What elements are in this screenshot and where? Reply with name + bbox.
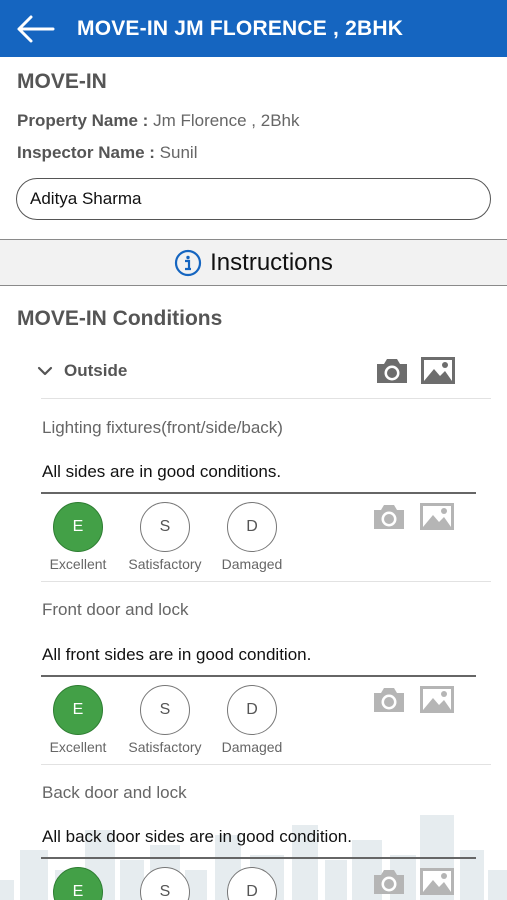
rating-damaged[interactable]: D Damaged: [212, 685, 292, 755]
rating-label: Satisfactory: [128, 556, 202, 572]
info-icon: [175, 249, 202, 276]
rating-label: Damaged: [221, 739, 283, 755]
back-button[interactable]: [14, 12, 56, 46]
rating-satisfactory[interactable]: S Satisfactory: [125, 502, 205, 572]
instructions-label: Instructions: [210, 248, 333, 276]
item-remark: All back door sides are in good conditio…: [42, 827, 352, 846]
rating-satisfactory[interactable]: S: [125, 867, 205, 900]
back-arrow-icon: [17, 15, 55, 43]
item-remark: All front sides are in good condition.: [42, 645, 312, 664]
rating-circle: E: [53, 502, 103, 552]
rating-circle: D: [227, 867, 277, 900]
tenant-name-input[interactable]: [16, 178, 491, 220]
camera-icon[interactable]: [371, 502, 407, 532]
inspector-name-row: Inspector Name : Sunil: [17, 143, 197, 163]
item-remark: All sides are in good conditions.: [42, 462, 282, 481]
rating-circle: S: [140, 502, 190, 552]
divider: [41, 398, 491, 399]
camera-icon[interactable]: [374, 356, 410, 386]
chevron-down-icon: [37, 366, 53, 376]
camera-icon[interactable]: [371, 867, 407, 897]
rating-circle: S: [140, 867, 190, 900]
rating-circle: S: [140, 685, 190, 735]
conditions-title: MOVE-IN Conditions: [17, 307, 223, 330]
divider: [41, 581, 491, 582]
rating-label: Satisfactory: [128, 739, 202, 755]
gallery-icon[interactable]: [419, 502, 455, 532]
page-title: MOVE-IN JM FLORENCE , 2BHK: [77, 17, 404, 40]
section-title: MOVE-IN: [17, 70, 107, 93]
group-name: Outside: [64, 361, 128, 380]
remark-underline: [41, 675, 476, 677]
item-label: Front door and lock: [42, 600, 189, 619]
rating-circle: D: [227, 502, 277, 552]
rating-circle: E: [53, 685, 103, 735]
remark-underline: [41, 492, 476, 494]
divider: [41, 764, 491, 765]
rating-excellent[interactable]: E Excellent: [38, 685, 118, 755]
property-name-label: Property Name :: [17, 111, 149, 130]
app-bar: MOVE-IN JM FLORENCE , 2BHK: [0, 0, 507, 57]
property-name-row: Property Name : Jm Florence , 2Bhk: [17, 111, 300, 131]
property-name-value: Jm Florence , 2Bhk: [153, 111, 300, 130]
rating-satisfactory[interactable]: S Satisfactory: [125, 685, 205, 755]
gallery-icon[interactable]: [419, 867, 455, 897]
rating-damaged[interactable]: D Damaged: [212, 502, 292, 572]
rating-excellent[interactable]: E Excellent: [38, 502, 118, 572]
camera-icon[interactable]: [371, 685, 407, 715]
inspector-name-value: Sunil: [159, 143, 198, 162]
rating-label: Excellent: [49, 739, 107, 755]
rating-excellent[interactable]: E: [38, 867, 118, 900]
rating-damaged[interactable]: D: [212, 867, 292, 900]
rating-label: Damaged: [221, 556, 283, 572]
instructions-button[interactable]: Instructions: [0, 239, 507, 286]
item-label: Lighting fixtures(front/side/back): [42, 418, 283, 437]
rating-circle: E: [53, 867, 103, 900]
rating-label: Excellent: [49, 556, 107, 572]
gallery-icon[interactable]: [420, 356, 456, 386]
inspector-name-label: Inspector Name :: [17, 143, 155, 162]
rating-circle: D: [227, 685, 277, 735]
item-label: Back door and lock: [42, 783, 187, 802]
gallery-icon[interactable]: [419, 685, 455, 715]
remark-underline: [41, 857, 476, 859]
